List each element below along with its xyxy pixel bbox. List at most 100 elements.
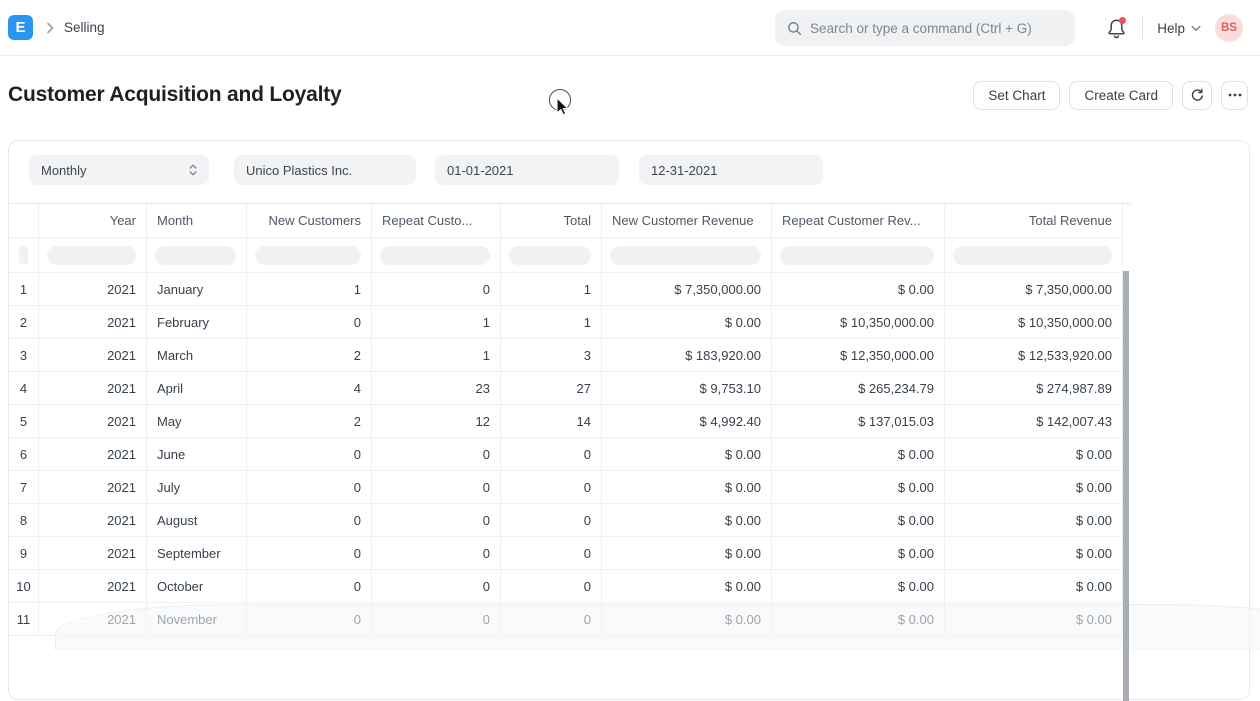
column-filter-input[interactable]	[509, 246, 591, 265]
cell-year[interactable]: 2021	[39, 603, 147, 636]
row-index[interactable]: 3	[9, 339, 39, 372]
user-avatar[interactable]: BS	[1215, 14, 1243, 42]
cell-new-customer-revenue[interactable]: $ 4,992.40	[602, 405, 772, 438]
cell-total-revenue[interactable]: $ 0.00	[945, 504, 1123, 537]
cell-new-customer-revenue[interactable]: $ 0.00	[602, 306, 772, 339]
cell-month[interactable]: June	[147, 438, 247, 471]
cell-total-revenue[interactable]: $ 0.00	[945, 471, 1123, 504]
from-date-input[interactable]: 01-01-2021	[435, 155, 619, 185]
cell-repeat-customer-rev[interactable]: $ 0.00	[772, 603, 945, 636]
breadcrumb-selling[interactable]: Selling	[64, 20, 105, 35]
cell-repeat-custo[interactable]: 12	[372, 405, 501, 438]
cell-total-revenue[interactable]: $ 0.00	[945, 537, 1123, 570]
set-chart-button[interactable]: Set Chart	[973, 81, 1060, 110]
column-header-total[interactable]: Total	[501, 204, 602, 238]
column-filter-input[interactable]	[47, 246, 136, 265]
cell-total[interactable]: 3	[501, 339, 602, 372]
to-date-input[interactable]: 12-31-2021	[639, 155, 823, 185]
cell-repeat-customer-rev[interactable]: $ 265,234.79	[772, 372, 945, 405]
menu-button[interactable]	[1221, 81, 1248, 110]
cell-total[interactable]: 27	[501, 372, 602, 405]
cell-repeat-customer-rev[interactable]: $ 0.00	[772, 570, 945, 603]
cell-new-customer-revenue[interactable]: $ 0.00	[602, 438, 772, 471]
refresh-button[interactable]	[1182, 81, 1212, 110]
company-filter-input[interactable]: Unico Plastics Inc.	[234, 155, 416, 185]
global-search-input[interactable]: Search or type a command (Ctrl + G)	[775, 10, 1075, 46]
cell-month[interactable]: January	[147, 273, 247, 306]
cell-total[interactable]: 0	[501, 471, 602, 504]
cell-new-customer-revenue[interactable]: $ 0.00	[602, 504, 772, 537]
cell-new-customers[interactable]: 0	[247, 570, 372, 603]
cell-repeat-custo[interactable]: 0	[372, 504, 501, 537]
cell-month[interactable]: July	[147, 471, 247, 504]
cell-year[interactable]: 2021	[39, 570, 147, 603]
cell-year[interactable]: 2021	[39, 273, 147, 306]
cell-new-customer-revenue[interactable]: $ 0.00	[602, 537, 772, 570]
cell-total[interactable]: 0	[501, 537, 602, 570]
cell-total-revenue[interactable]: $ 0.00	[945, 603, 1123, 636]
cell-repeat-customer-rev[interactable]: $ 0.00	[772, 438, 945, 471]
cell-repeat-custo[interactable]: 0	[372, 471, 501, 504]
cell-new-customer-revenue[interactable]: $ 9,753.10	[602, 372, 772, 405]
cell-year[interactable]: 2021	[39, 339, 147, 372]
cell-repeat-custo[interactable]: 0	[372, 273, 501, 306]
row-index[interactable]: 2	[9, 306, 39, 339]
column-header-total-revenue[interactable]: Total Revenue	[945, 204, 1123, 238]
cell-month[interactable]: April	[147, 372, 247, 405]
column-header-month[interactable]: Month	[147, 204, 247, 238]
cell-year[interactable]: 2021	[39, 471, 147, 504]
column-header-new-customers[interactable]: New Customers	[247, 204, 372, 238]
cell-new-customers[interactable]: 0	[247, 306, 372, 339]
cell-new-customer-revenue[interactable]: $ 7,350,000.00	[602, 273, 772, 306]
column-header-repeat-custo[interactable]: Repeat Custo...	[372, 204, 501, 238]
cell-month[interactable]: August	[147, 504, 247, 537]
cell-total[interactable]: 0	[501, 603, 602, 636]
cell-total[interactable]: 0	[501, 504, 602, 537]
row-index[interactable]: 8	[9, 504, 39, 537]
cell-total-revenue[interactable]: $ 274,987.89	[945, 372, 1123, 405]
cell-repeat-custo[interactable]: 0	[372, 438, 501, 471]
cell-new-customers[interactable]: 2	[247, 405, 372, 438]
row-index[interactable]: 9	[9, 537, 39, 570]
cell-month[interactable]: May	[147, 405, 247, 438]
cell-new-customers[interactable]: 0	[247, 537, 372, 570]
column-filter-input[interactable]	[255, 246, 361, 265]
cell-repeat-customer-rev[interactable]: $ 0.00	[772, 504, 945, 537]
cell-year[interactable]: 2021	[39, 405, 147, 438]
cell-repeat-customer-rev[interactable]: $ 0.00	[772, 273, 945, 306]
cell-month[interactable]: March	[147, 339, 247, 372]
cell-month[interactable]: February	[147, 306, 247, 339]
vertical-scrollbar-thumb[interactable]	[1123, 271, 1129, 701]
cell-total-revenue[interactable]: $ 7,350,000.00	[945, 273, 1123, 306]
cell-new-customers[interactable]: 0	[247, 471, 372, 504]
cell-year[interactable]: 2021	[39, 306, 147, 339]
period-select[interactable]: Monthly	[29, 155, 209, 185]
cell-new-customers[interactable]: 2	[247, 339, 372, 372]
cell-new-customers[interactable]: 4	[247, 372, 372, 405]
create-card-button[interactable]: Create Card	[1069, 81, 1173, 110]
cell-repeat-customer-rev[interactable]: $ 0.00	[772, 471, 945, 504]
cell-month[interactable]: October	[147, 570, 247, 603]
column-filter-input[interactable]	[610, 246, 761, 265]
cell-total[interactable]: 14	[501, 405, 602, 438]
cell-total-revenue[interactable]: $ 0.00	[945, 570, 1123, 603]
row-index[interactable]: 1	[9, 273, 39, 306]
cell-new-customers[interactable]: 0	[247, 438, 372, 471]
cell-repeat-custo[interactable]: 23	[372, 372, 501, 405]
cell-new-customer-revenue[interactable]: $ 0.00	[602, 603, 772, 636]
cell-new-customer-revenue[interactable]: $ 183,920.00	[602, 339, 772, 372]
cell-repeat-customer-rev[interactable]: $ 12,350,000.00	[772, 339, 945, 372]
cell-repeat-custo[interactable]: 0	[372, 570, 501, 603]
column-filter-input[interactable]	[155, 246, 236, 265]
column-filter-input[interactable]	[19, 246, 28, 265]
column-header-row-index[interactable]	[9, 204, 39, 238]
app-logo[interactable]: E	[8, 15, 33, 40]
cell-total-revenue[interactable]: $ 0.00	[945, 438, 1123, 471]
column-filter-input[interactable]	[380, 246, 490, 265]
cell-total[interactable]: 1	[501, 273, 602, 306]
help-menu-button[interactable]: Help	[1157, 21, 1201, 36]
row-index[interactable]: 5	[9, 405, 39, 438]
notifications-button[interactable]	[1104, 16, 1128, 40]
cell-repeat-custo[interactable]: 1	[372, 339, 501, 372]
cell-new-customers[interactable]: 1	[247, 273, 372, 306]
